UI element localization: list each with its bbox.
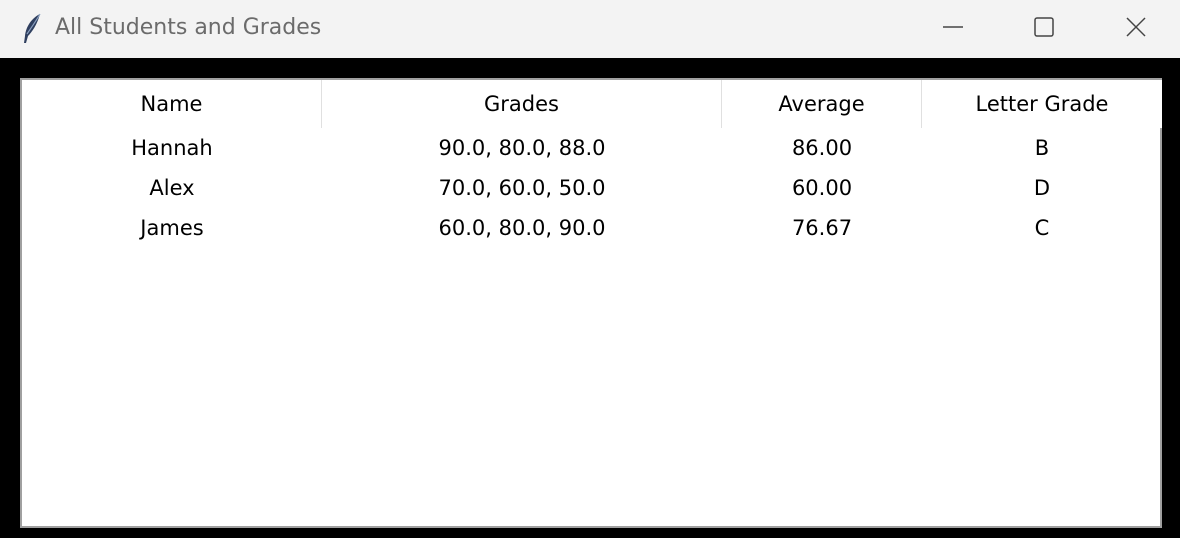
- minimize-button[interactable]: [907, 0, 999, 58]
- cell-letter-grade: C: [1034, 216, 1050, 240]
- window-title: All Students and Grades: [55, 15, 322, 40]
- column-header-name[interactable]: Name: [22, 80, 322, 128]
- table-row[interactable]: James 60.0, 80.0, 90.0 76.67 C: [22, 208, 1162, 248]
- cell-grades: 70.0, 60.0, 50.0: [438, 176, 606, 200]
- app-window: All Students and Grades Name Grades Aver…: [0, 0, 1180, 538]
- column-header-letter-grade[interactable]: Letter Grade: [922, 80, 1162, 128]
- table-row[interactable]: Hannah 90.0, 80.0, 88.0 86.00 B: [22, 128, 1162, 168]
- cell-letter-grade: D: [1033, 176, 1051, 200]
- cell-letter-grade: B: [1034, 136, 1050, 160]
- maximize-icon: [1033, 16, 1055, 42]
- cell-average: 86.00: [791, 136, 853, 160]
- minimize-icon: [942, 16, 964, 42]
- cell-average: 76.67: [791, 216, 853, 240]
- cell-name: Alex: [149, 176, 195, 200]
- cell-grades: 60.0, 80.0, 90.0: [438, 216, 606, 240]
- close-button[interactable]: [1090, 0, 1180, 58]
- cell-name: Hannah: [131, 136, 213, 160]
- title-bar[interactable]: All Students and Grades: [0, 0, 1180, 58]
- maximize-button[interactable]: [998, 0, 1090, 58]
- cell-grades: 90.0, 80.0, 88.0: [438, 136, 606, 160]
- table-body: Hannah 90.0, 80.0, 88.0 86.00 B Alex 70.…: [22, 128, 1162, 248]
- column-header-grades[interactable]: Grades: [322, 80, 722, 128]
- students-table[interactable]: Name Grades Average Letter Grade Hannah …: [20, 78, 1162, 528]
- cell-average: 60.00: [791, 176, 853, 200]
- close-icon: [1125, 16, 1147, 42]
- column-header-average[interactable]: Average: [722, 80, 922, 128]
- cell-name: James: [140, 216, 204, 240]
- table-header: Name Grades Average Letter Grade: [22, 80, 1162, 128]
- feather-icon: [20, 12, 44, 46]
- table-row[interactable]: Alex 70.0, 60.0, 50.0 60.00 D: [22, 168, 1162, 208]
